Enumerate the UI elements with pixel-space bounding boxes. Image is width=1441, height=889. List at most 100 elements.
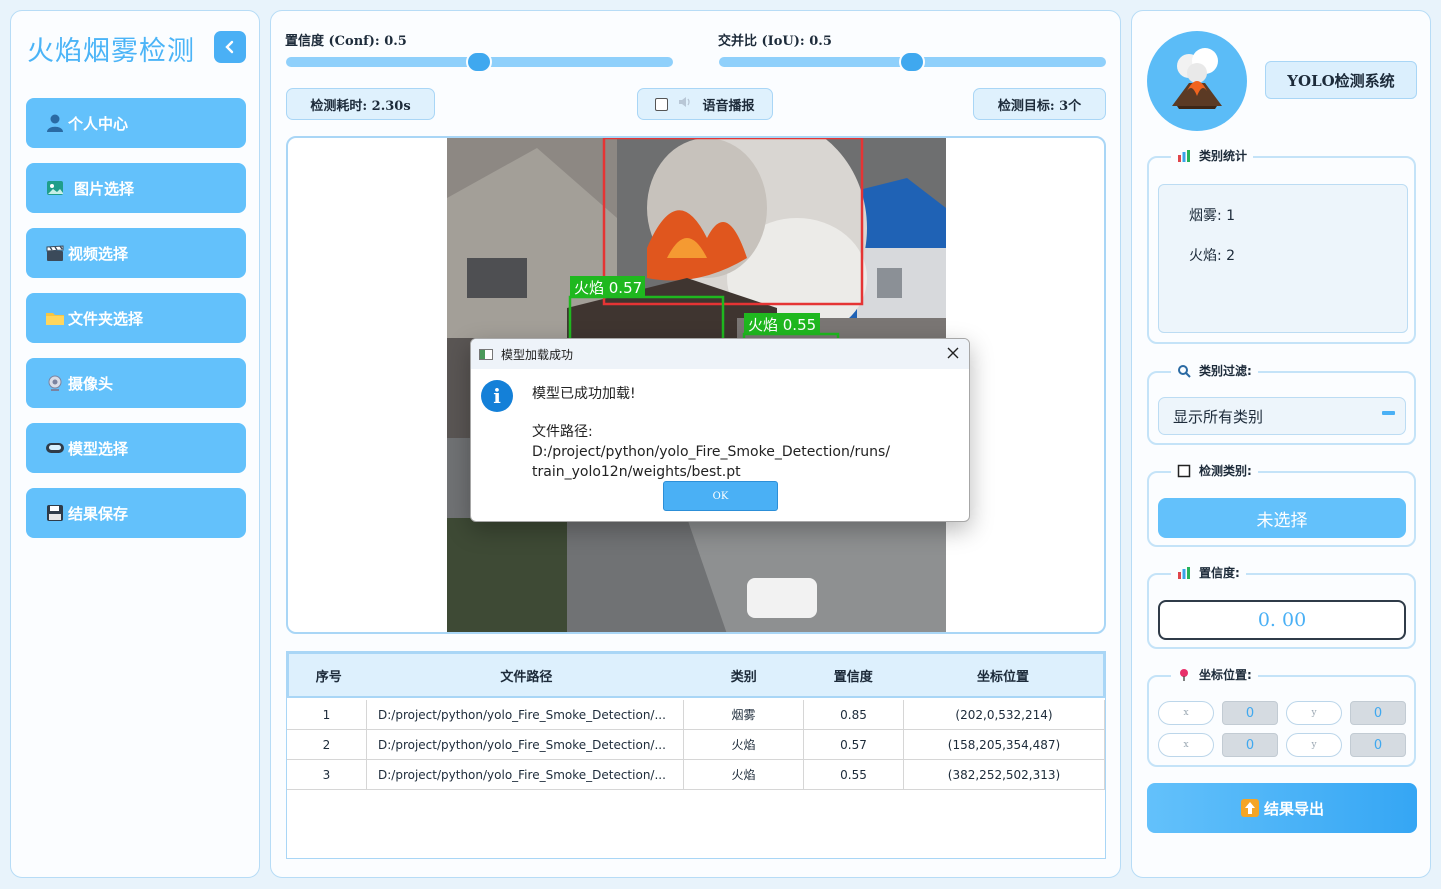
floppy-icon xyxy=(44,502,66,524)
checkbox-icon xyxy=(1177,464,1191,477)
nav-camera-button[interactable]: 摄像头 xyxy=(26,358,246,408)
dialog-title: 模型加载成功 xyxy=(501,347,574,362)
volcano-fire-icon xyxy=(1172,48,1222,109)
close-icon[interactable] xyxy=(945,345,961,361)
nav-image-button[interactable]: 图片选择 xyxy=(26,163,246,213)
chevron-left-icon xyxy=(225,40,234,54)
upload-arrow-icon xyxy=(1240,799,1259,817)
detect-class-group: 检测类别: 未选择 xyxy=(1147,462,1416,547)
nav-model-button[interactable]: 模型选择 xyxy=(26,423,246,473)
left-sidebar: 火焰烟雾检测 个人中心 图片选择 视频选择 文件夹选择 摄像头 模型选择 结果保… xyxy=(10,10,260,878)
cell-index: 3 xyxy=(287,759,367,790)
folder-icon xyxy=(44,307,66,329)
dialog-path-line-2: train_yolo12n/weights/best.pt xyxy=(532,464,741,480)
confidence-display: 0. 00 xyxy=(1158,600,1406,640)
coord-y1-label: y xyxy=(1286,701,1342,725)
nav-video-button[interactable]: 视频选择 xyxy=(26,228,246,278)
image-icon xyxy=(44,177,66,199)
col-header-index: 序号 xyxy=(315,669,342,685)
cell-coords: (382,252,502,313) xyxy=(904,759,1105,790)
dialog-message: 模型已成功加载! xyxy=(532,386,636,402)
cell-class: 烟雾 xyxy=(684,699,804,730)
dialog-ok-button[interactable]: OK xyxy=(663,481,778,511)
app-title: 火焰烟雾检测 xyxy=(27,36,195,67)
coord-x1-label: x xyxy=(1158,701,1214,725)
table-header: 序号 文件路径 类别 置信度 坐标位置 xyxy=(287,652,1105,698)
coords-label: 坐标位置: xyxy=(1171,666,1258,683)
class-filter-value: 显示所有类别 xyxy=(1173,407,1264,426)
nav-label: 文件夹选择 xyxy=(68,309,144,328)
cell-path: D:/project/python/yolo_Fire_Smoke_Detect… xyxy=(367,699,684,730)
detection-label-2: 火焰 0.55 xyxy=(748,316,817,334)
nav-label: 摄像头 xyxy=(68,374,114,393)
model-icon xyxy=(44,437,66,459)
nav-label: 图片选择 xyxy=(74,179,135,198)
bar-chart-icon xyxy=(1178,149,1190,162)
table-row[interactable]: 2 D:/project/python/yolo_Fire_Smoke_Dete… xyxy=(287,729,1105,760)
info-icon: i xyxy=(481,380,513,412)
coord-y2-label: y xyxy=(1286,733,1342,757)
voice-checkbox[interactable] xyxy=(655,97,669,111)
stat-smoke: 烟雾: 1 xyxy=(1189,208,1236,224)
collapse-sidebar-button[interactable] xyxy=(214,31,246,63)
dropdown-icon xyxy=(1382,411,1395,415)
pushpin-icon xyxy=(1180,668,1188,681)
detect-class-label: 检测类别: xyxy=(1171,462,1258,479)
col-header-path: 文件路径 xyxy=(500,669,553,685)
nav-label: 视频选择 xyxy=(68,244,129,263)
detect-class-button[interactable]: 未选择 xyxy=(1158,498,1406,538)
coords-group: 坐标位置: x 0 y 0 x 0 y 0 xyxy=(1147,666,1416,767)
voice-broadcast-toggle[interactable]: 语音播报 xyxy=(637,88,773,120)
coord-y2-value: 0 xyxy=(1350,733,1406,757)
app-logo xyxy=(1147,31,1247,131)
export-results-button[interactable]: 结果导出 xyxy=(1147,783,1417,833)
model-loaded-dialog: 模型加载成功 i 模型已成功加载! 文件路径: D:/project/pytho… xyxy=(470,338,970,522)
cell-confidence: 0.85 xyxy=(804,699,904,730)
class-filter-select[interactable]: 显示所有类别 xyxy=(1158,397,1406,435)
results-table: 序号 文件路径 类别 置信度 坐标位置 1 D:/project/python/… xyxy=(286,651,1106,859)
nav-save-button[interactable]: 结果保存 xyxy=(26,488,246,538)
coord-x2-label: x xyxy=(1158,733,1214,757)
class-filter-label: 类别过滤: xyxy=(1171,362,1258,379)
cell-index: 2 xyxy=(287,729,367,760)
dialog-path-line-1: 文件路径: D:/project/python/yolo_Fire_Smoke_… xyxy=(532,424,891,460)
table-row[interactable]: 1 D:/project/python/yolo_Fire_Smoke_Dete… xyxy=(287,699,1105,730)
nav-label: 个人中心 xyxy=(68,114,129,133)
cell-coords: (202,0,532,214) xyxy=(904,699,1105,730)
cell-class: 火焰 xyxy=(684,729,804,760)
col-header-confidence: 置信度 xyxy=(833,669,873,685)
coord-y1-value: 0 xyxy=(1350,701,1406,725)
conf-slider-thumb[interactable] xyxy=(466,51,492,73)
magnifier-icon xyxy=(1178,364,1191,378)
cell-confidence: 0.55 xyxy=(804,759,904,790)
clapper-icon xyxy=(44,242,66,264)
cell-coords: (158,205,354,487) xyxy=(904,729,1105,760)
nav-folder-button[interactable]: 文件夹选择 xyxy=(26,293,246,343)
class-stats-group: 类别统计 烟雾: 1 火焰: 2 xyxy=(1147,147,1416,344)
cell-path: D:/project/python/yolo_Fire_Smoke_Detect… xyxy=(367,759,684,790)
stat-fire: 火焰: 2 xyxy=(1189,248,1236,264)
nav-profile-button[interactable]: 个人中心 xyxy=(26,98,246,148)
conf-slider-label: 置信度 (Conf): 0.5 xyxy=(285,34,407,49)
table-row[interactable]: 3 D:/project/python/yolo_Fire_Smoke_Dete… xyxy=(287,759,1105,790)
coord-x1-value: 0 xyxy=(1222,701,1278,725)
iou-slider-thumb[interactable] xyxy=(899,51,925,73)
right-panel: YOLO检测系统 类别统计 烟雾: 1 火焰: 2 类别过滤: 显示所有类别 检… xyxy=(1131,10,1431,878)
class-stats-box: 烟雾: 1 火焰: 2 xyxy=(1158,184,1408,333)
coord-x2-value: 0 xyxy=(1222,733,1278,757)
cell-confidence: 0.57 xyxy=(804,729,904,760)
speaker-icon xyxy=(678,95,702,113)
confidence-label: 置信度: xyxy=(1171,564,1246,581)
app-window-icon xyxy=(479,348,493,360)
class-filter-group: 类别过滤: 显示所有类别 xyxy=(1147,362,1416,445)
iou-slider-label: 交并比 (IoU): 0.5 xyxy=(718,34,832,49)
bar-chart-icon xyxy=(1178,566,1190,579)
cell-index: 1 xyxy=(287,699,367,730)
col-header-class: 类别 xyxy=(730,669,757,685)
voice-label: 语音播报 xyxy=(702,98,755,114)
confidence-group: 置信度: 0. 00 xyxy=(1147,564,1416,649)
class-stats-label: 类别统计 xyxy=(1171,147,1254,164)
user-icon xyxy=(44,112,66,134)
system-title: YOLO检测系统 xyxy=(1265,61,1417,99)
nav-label: 结果保存 xyxy=(68,504,129,523)
